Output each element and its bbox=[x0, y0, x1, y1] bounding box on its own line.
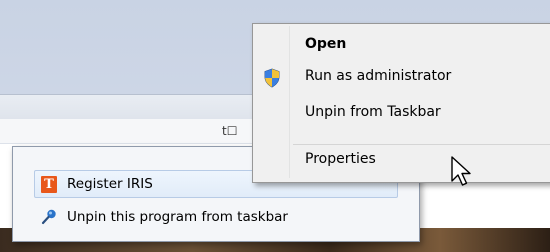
t-app-icon: T bbox=[41, 175, 57, 193]
shield-icon bbox=[264, 68, 280, 88]
context-menu-gutter bbox=[289, 26, 290, 178]
jump-list-item-label: Unpin this program from taskbar bbox=[67, 209, 288, 225]
jump-list-item-label: Register IRIS bbox=[67, 176, 153, 192]
column-options-icon[interactable]: t☐ bbox=[222, 124, 237, 138]
menu-item-open[interactable]: Open bbox=[305, 36, 346, 52]
pin-icon bbox=[41, 209, 56, 225]
context-menu: Open Run as administrator Unpin from Tas… bbox=[252, 23, 550, 183]
menu-item-unpin-from-taskbar[interactable]: Unpin from Taskbar bbox=[305, 104, 441, 120]
jump-list-item-unpin[interactable]: Unpin this program from taskbar bbox=[34, 204, 396, 230]
menu-item-run-as-administrator[interactable]: Run as administrator bbox=[305, 68, 451, 84]
menu-item-properties[interactable]: Properties bbox=[305, 151, 376, 167]
menu-separator bbox=[293, 144, 550, 145]
mouse-cursor-icon bbox=[451, 156, 471, 186]
